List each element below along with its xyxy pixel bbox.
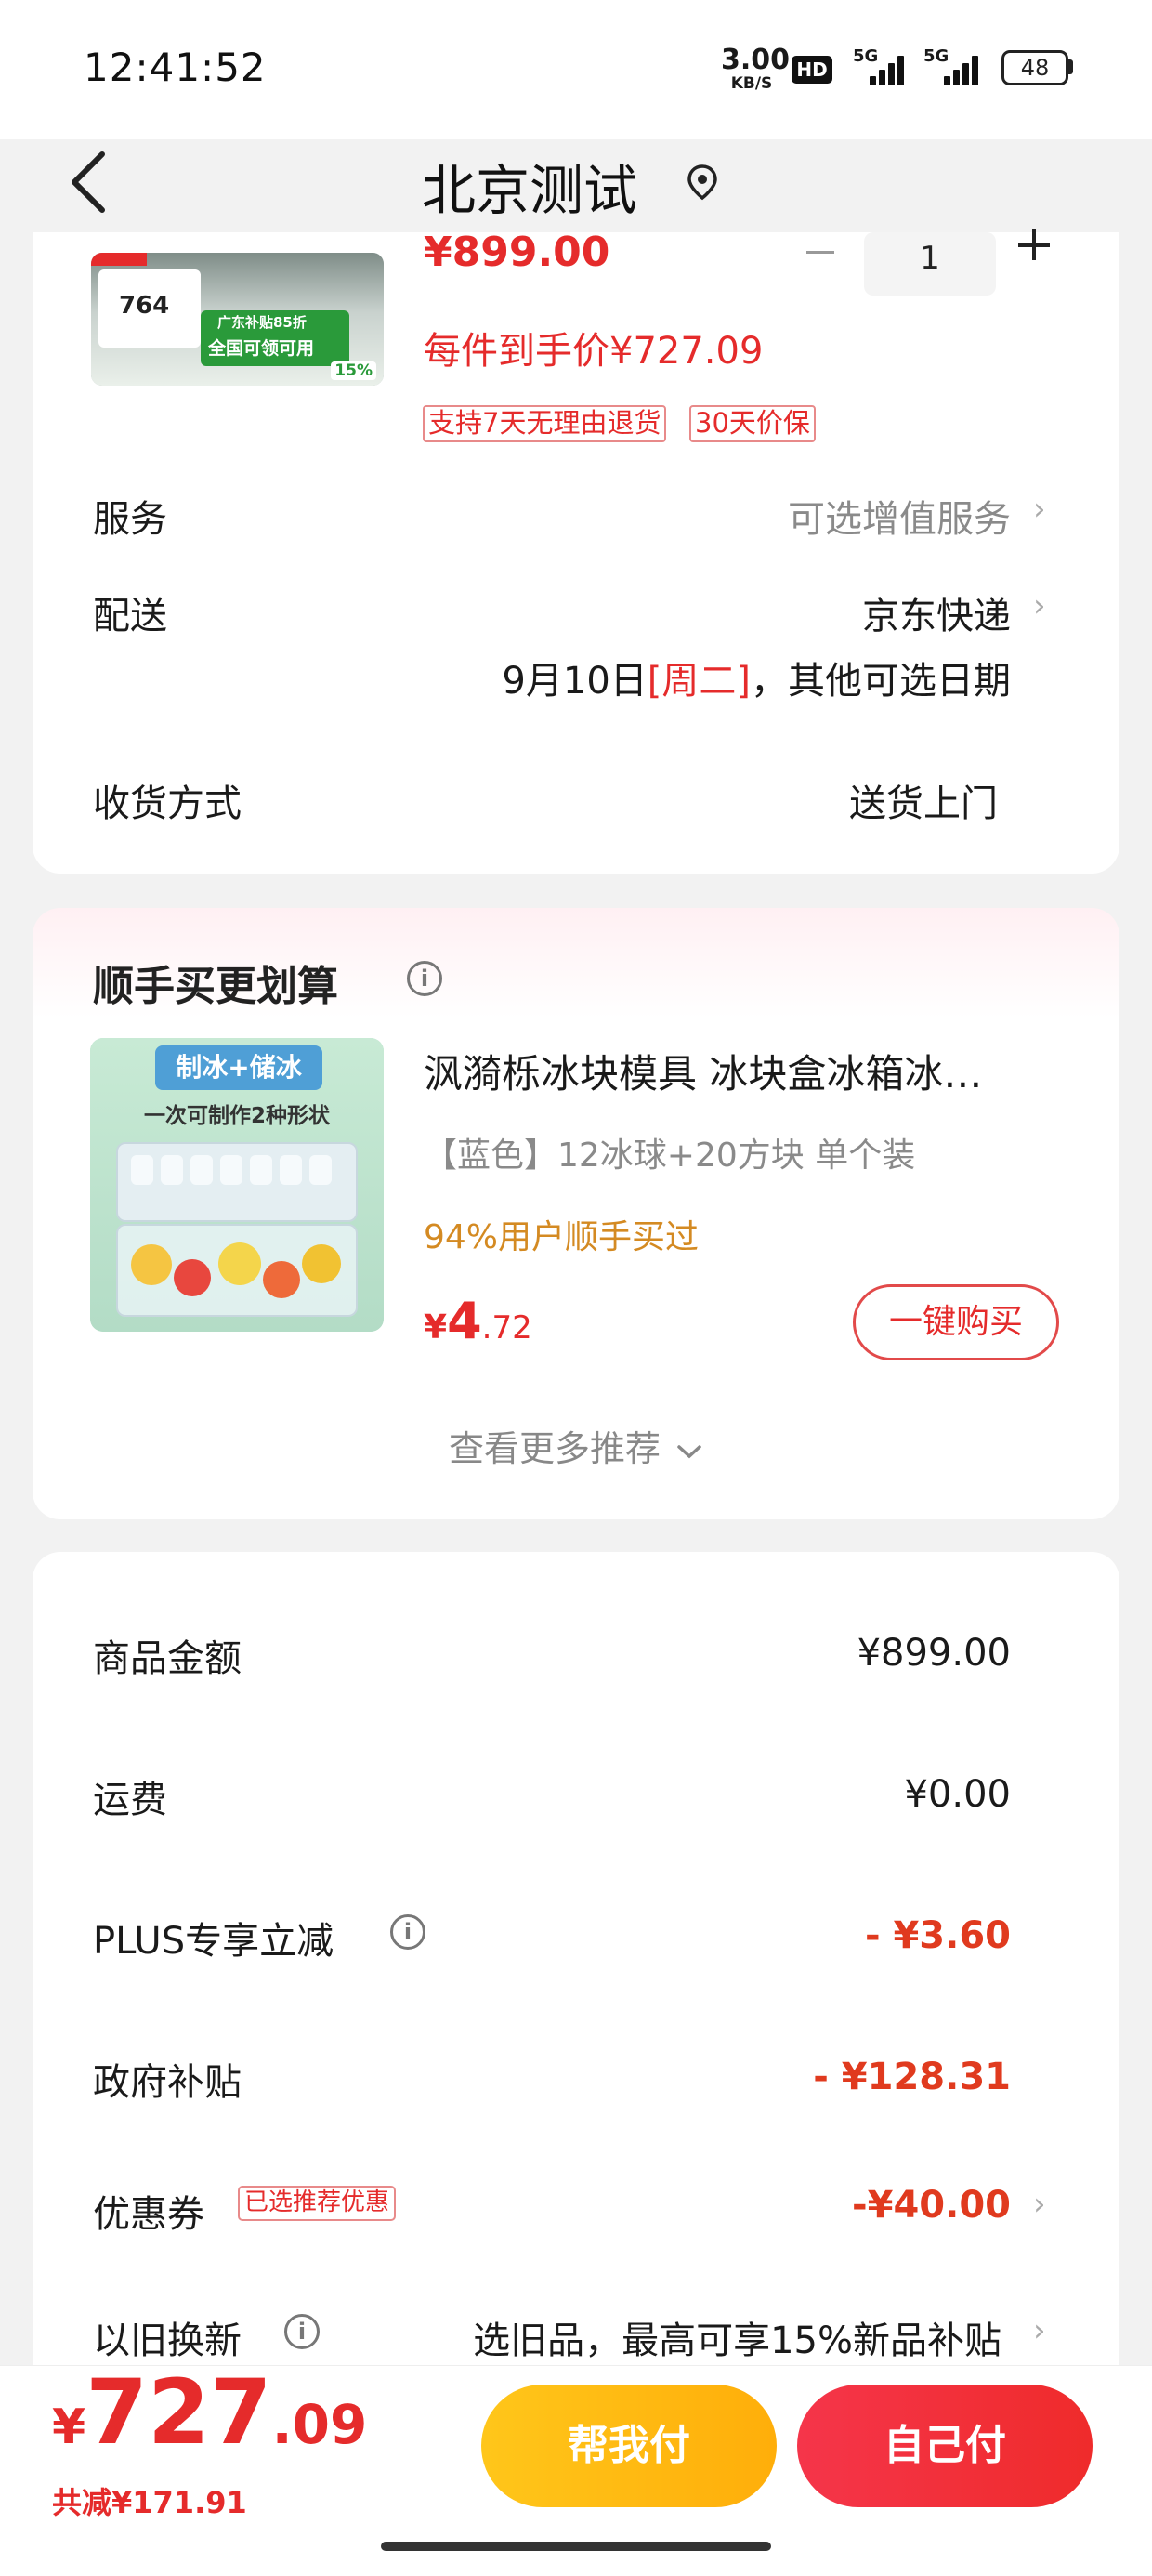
delivery-date[interactable]: 9月10日[周二]，其他可选日期: [437, 651, 1011, 704]
network-speed-value: 3.00: [721, 44, 791, 76]
info-icon[interactable]: i: [284, 2314, 320, 2349]
coupon-label: 优惠券: [93, 2193, 204, 2236]
total-price-currency: ¥: [52, 2399, 86, 2455]
info-icon[interactable]: i: [407, 961, 442, 996]
signal-icon: 5G: [923, 46, 985, 85]
thumbnail-pct: 15%: [331, 361, 376, 380]
quantity-minus-button[interactable]: [806, 251, 834, 254]
hd-icon: HD: [792, 56, 832, 84]
more-recommendations-label: 查看更多推荐: [448, 1428, 661, 1469]
one-click-buy-button[interactable]: 一键购买: [853, 1284, 1059, 1360]
trade-in-label: 以旧换新: [93, 2320, 242, 2362]
status-time: 12:41:52: [84, 45, 267, 90]
page-title: 北京测试: [421, 159, 637, 222]
upsell-product-name[interactable]: 沨漪栎冰块模具 冰块盒冰箱冰…: [424, 1043, 1065, 1099]
coupon-value[interactable]: -¥40.00: [650, 2184, 1011, 2227]
thumbnail-promo: 全国可领可用: [208, 338, 315, 359]
upsell-price-currency: ¥: [424, 1308, 448, 1347]
quantity-plus-button[interactable]: [1018, 229, 1055, 269]
coupon-badge: 已选推荐优惠: [238, 2186, 397, 2221]
plus-discount-label: PLUS专享立减: [93, 1920, 334, 1963]
price-protect-tag: 30天价保: [689, 405, 816, 442]
signal-icon: 5G: [853, 46, 909, 85]
chevron-right-icon[interactable]: ›: [1033, 2312, 1046, 2349]
delivery-label: 配送: [93, 595, 167, 637]
upsell-price-int: 4: [447, 1292, 482, 1350]
chevron-right-icon[interactable]: ›: [1033, 587, 1046, 624]
shipping-fee-value: ¥0.00: [904, 1773, 1011, 1816]
upsell-price: ¥4.72: [424, 1292, 532, 1350]
shipping-fee-label: 运费: [93, 1779, 167, 1821]
upsell-title: 顺手买更划算: [93, 963, 338, 1010]
total-price-int: 727: [85, 2360, 272, 2464]
location-pin-icon[interactable]: [686, 164, 719, 201]
self-pay-button[interactable]: 自己付: [797, 2385, 1093, 2507]
goods-amount-value: ¥899.00: [857, 1632, 1011, 1675]
return-policy-tag: 支持7天无理由退货: [423, 405, 667, 442]
upsell-price-dec: .72: [481, 1309, 532, 1347]
hand-price: 每件到手价¥727.09: [424, 330, 764, 373]
receive-method-value: 送货上门: [849, 782, 998, 825]
delivery-date-suffix: ，其他可选日期: [751, 660, 1011, 703]
upsell-image-subline: 一次可制作2种形状: [143, 1104, 330, 1128]
gov-subsidy-label: 政府补贴: [93, 2061, 242, 2104]
thumbnail-price: 764: [119, 292, 170, 320]
chevron-right-icon[interactable]: ›: [1033, 491, 1046, 528]
battery-icon: 48: [1001, 50, 1068, 85]
upsell-image-headline: 制冰+储冰: [155, 1045, 322, 1090]
info-icon[interactable]: i: [390, 1914, 425, 1950]
gov-subsidy-value: - ¥128.31: [813, 2056, 1011, 2098]
total-price-dec: .09: [271, 2393, 368, 2456]
service-value[interactable]: 可选增值服务: [557, 489, 1011, 543]
help-pay-button[interactable]: 帮我付: [481, 2385, 777, 2507]
receive-method-label: 收货方式: [93, 782, 242, 825]
product-thumbnail[interactable]: 764 广东补贴85折 全国可领可用 15%: [91, 253, 384, 386]
upsell-product-image[interactable]: 制冰+储冰 一次可制作2种形状: [90, 1038, 384, 1332]
network-speed-unit: KB/S: [730, 74, 773, 93]
service-label: 服务: [93, 498, 167, 541]
delivery-weekday: [周二]: [647, 660, 751, 703]
chevron-left-icon[interactable]: [65, 149, 113, 216]
chevron-right-icon[interactable]: ›: [1033, 2186, 1046, 2223]
trade-in-value[interactable]: 选旧品，最高可享15%新品补贴: [399, 2310, 1001, 2364]
quantity-input[interactable]: 1: [864, 232, 996, 296]
network-speed: 3.00 KB/S: [721, 44, 791, 93]
delivery-carrier[interactable]: 京东快递: [650, 585, 1011, 639]
battery-tip: [1068, 59, 1073, 74]
home-indicator[interactable]: [381, 2542, 771, 2551]
product-price: ¥899.00: [424, 229, 610, 276]
upsell-social-proof: 94%用户顺手买过: [424, 1218, 700, 1256]
upsell-product-spec: 【蓝色】12冰球+20方块 单个装: [424, 1137, 916, 1175]
more-recommendations-link[interactable]: 查看更多推荐: [0, 1420, 1152, 1471]
chevron-down-icon: [677, 1444, 701, 1458]
goods-amount-label: 商品金额: [93, 1637, 242, 1680]
total-saved: 共减¥171.91: [52, 2485, 247, 2520]
total-price: ¥727.09: [52, 2360, 367, 2464]
delivery-date-text: 9月10日: [502, 660, 648, 703]
thumbnail-badge: 广东补贴85折: [217, 314, 307, 331]
plus-discount-value: - ¥3.60: [864, 1914, 1011, 1957]
